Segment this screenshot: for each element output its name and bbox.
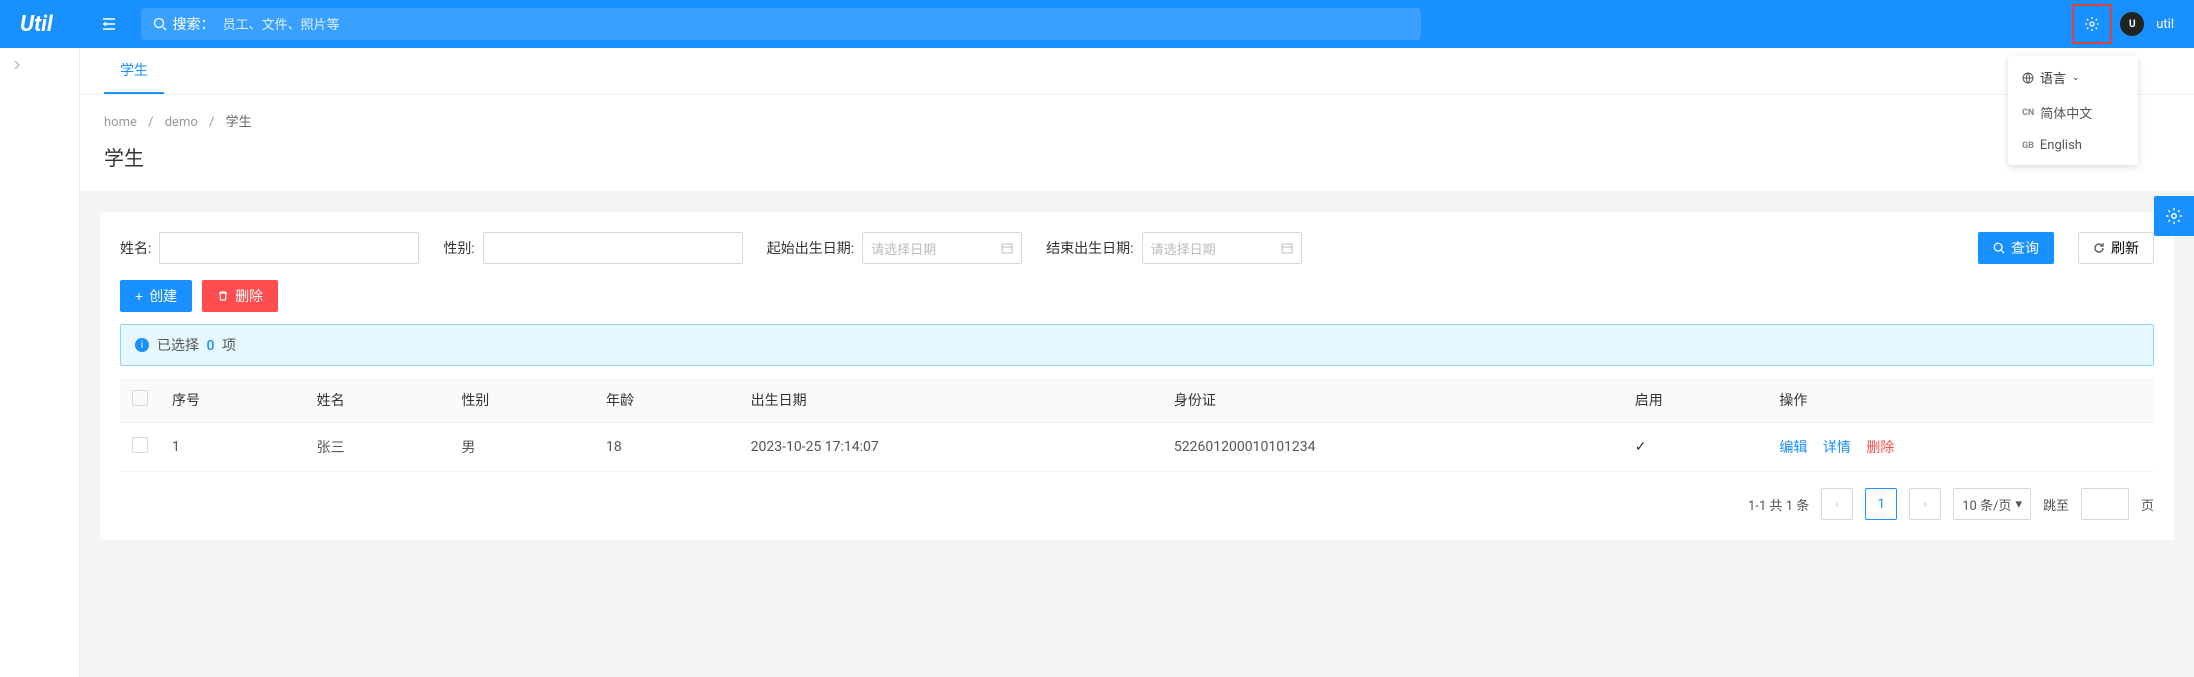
refresh-button[interactable]: 刷新 — [2078, 232, 2154, 264]
breadcrumb-item[interactable]: home — [104, 115, 137, 130]
jump-label: 跳至 — [2043, 495, 2069, 514]
col-age: 年龄 — [594, 378, 739, 423]
avatar[interactable]: U — [2120, 12, 2144, 36]
data-table: 序号 姓名 性别 年龄 出生日期 身份证 启用 操作 — [120, 378, 2154, 472]
cell-birth: 2023-10-25 17:14:07 — [739, 423, 1162, 472]
search-icon — [153, 17, 167, 31]
cell-actions: 编辑 详情 删除 — [1767, 423, 2154, 472]
col-actions: 操作 — [1767, 378, 2154, 423]
col-enabled: 启用 — [1623, 378, 1768, 423]
chevron-down-icon: ⌄ — [2072, 73, 2080, 83]
detail-link[interactable]: 详情 — [1823, 440, 1851, 456]
breadcrumb-current: 学生 — [226, 115, 252, 130]
top-header: Util 搜索： U util — [0, 0, 2194, 48]
check-icon: ✓ — [1635, 439, 1647, 455]
tab-students[interactable]: 学生 — [104, 48, 164, 94]
breadcrumb-sep: / — [148, 115, 153, 130]
delete-button[interactable]: 删除 — [202, 280, 278, 312]
page-title: 学生 — [80, 138, 2194, 192]
floating-settings-button[interactable] — [2154, 196, 2194, 236]
refresh-icon — [2093, 242, 2105, 254]
filter-start-date-label: 起始出生日期: — [767, 238, 854, 258]
col-index: 序号 — [160, 378, 305, 423]
chevron-left-icon: ‹ — [1835, 497, 1839, 512]
pagination-total: 1-1 共 1 条 — [1748, 495, 1809, 514]
selection-banner: i 已选择 0 项 — [120, 324, 2154, 366]
col-birth: 出生日期 — [739, 378, 1162, 423]
query-button[interactable]: 查询 — [1978, 232, 2054, 264]
dropdown-header[interactable]: 语言 ⌄ — [2008, 60, 2138, 95]
filter-end-date-picker[interactable]: 请选择日期 — [1142, 232, 1302, 264]
info-icon: i — [135, 338, 149, 352]
page-suffix: 页 — [2141, 495, 2154, 514]
language-option-cn[interactable]: CN 简体中文 — [2008, 95, 2138, 130]
cell-index: 1 — [160, 423, 305, 472]
breadcrumb-sep: / — [209, 115, 214, 130]
sidebar — [0, 48, 80, 677]
page-size-select[interactable]: 10 条/页 ▾ — [1953, 488, 2031, 520]
filter-name-label: 姓名: — [120, 238, 151, 258]
select-all-checkbox[interactable] — [132, 390, 148, 406]
col-name: 姓名 — [305, 378, 450, 423]
filter-gender-label: 性别: — [443, 238, 474, 258]
cell-enabled: ✓ — [1623, 423, 1768, 472]
filter-name-input[interactable] — [159, 232, 419, 264]
cell-gender: 男 — [449, 423, 594, 472]
edit-link[interactable]: 编辑 — [1779, 440, 1807, 456]
cell-idcard: 522601200010101234 — [1162, 423, 1623, 472]
global-search[interactable]: 搜索： — [141, 8, 1421, 40]
menu-toggle-icon[interactable] — [101, 16, 117, 32]
jump-page-input[interactable] — [2081, 488, 2129, 520]
breadcrumb-item[interactable]: demo — [165, 115, 198, 130]
delete-link[interactable]: 删除 — [1866, 440, 1894, 456]
breadcrumb: home / demo / 学生 — [80, 95, 2194, 138]
pagination: 1-1 共 1 条 ‹ 1 › 10 条/页 ▾ 跳至 页 — [120, 472, 2154, 520]
calendar-icon — [1001, 242, 1013, 254]
create-button[interactable]: + 创建 — [120, 280, 192, 312]
sidebar-chevron-icon[interactable] — [0, 48, 79, 82]
plus-icon: + — [135, 288, 143, 304]
trash-icon — [217, 290, 229, 302]
chevron-right-icon: › — [1923, 497, 1927, 512]
tabs-bar: 学生 — [80, 48, 2194, 95]
search-prefix: 搜索： — [173, 14, 215, 34]
gear-icon — [2165, 207, 2183, 225]
cell-age: 18 — [594, 423, 739, 472]
filter-bar: 姓名: 性别: 起始出生日期: 请选择日期 — [120, 232, 2154, 264]
next-page-button[interactable]: › — [1909, 488, 1941, 520]
filter-end-date-label: 结束出生日期: — [1046, 238, 1133, 258]
page-number-button[interactable]: 1 — [1865, 488, 1897, 520]
filter-gender-input[interactable] — [483, 232, 743, 264]
row-checkbox[interactable] — [132, 437, 148, 453]
gear-icon — [2084, 16, 2100, 32]
calendar-icon — [1281, 242, 1293, 254]
table-row: 1 张三 男 18 2023-10-25 17:14:07 5226012000… — [120, 423, 2154, 472]
logo: Util — [12, 12, 61, 37]
filter-start-date-picker[interactable]: 请选择日期 — [862, 232, 1022, 264]
settings-button[interactable] — [2072, 4, 2112, 44]
language-dropdown: 语言 ⌄ CN 简体中文 GB English — [2008, 56, 2138, 165]
prev-page-button[interactable]: ‹ — [1821, 488, 1853, 520]
chevron-down-icon: ▾ — [2015, 497, 2022, 512]
col-idcard: 身份证 — [1162, 378, 1623, 423]
username-label: util — [2156, 17, 2174, 32]
search-icon — [1993, 242, 2005, 254]
search-input[interactable] — [223, 17, 1409, 32]
cell-name: 张三 — [305, 423, 450, 472]
language-option-en[interactable]: GB English — [2008, 130, 2138, 161]
col-gender: 性别 — [449, 378, 594, 423]
globe-icon — [2022, 72, 2034, 84]
